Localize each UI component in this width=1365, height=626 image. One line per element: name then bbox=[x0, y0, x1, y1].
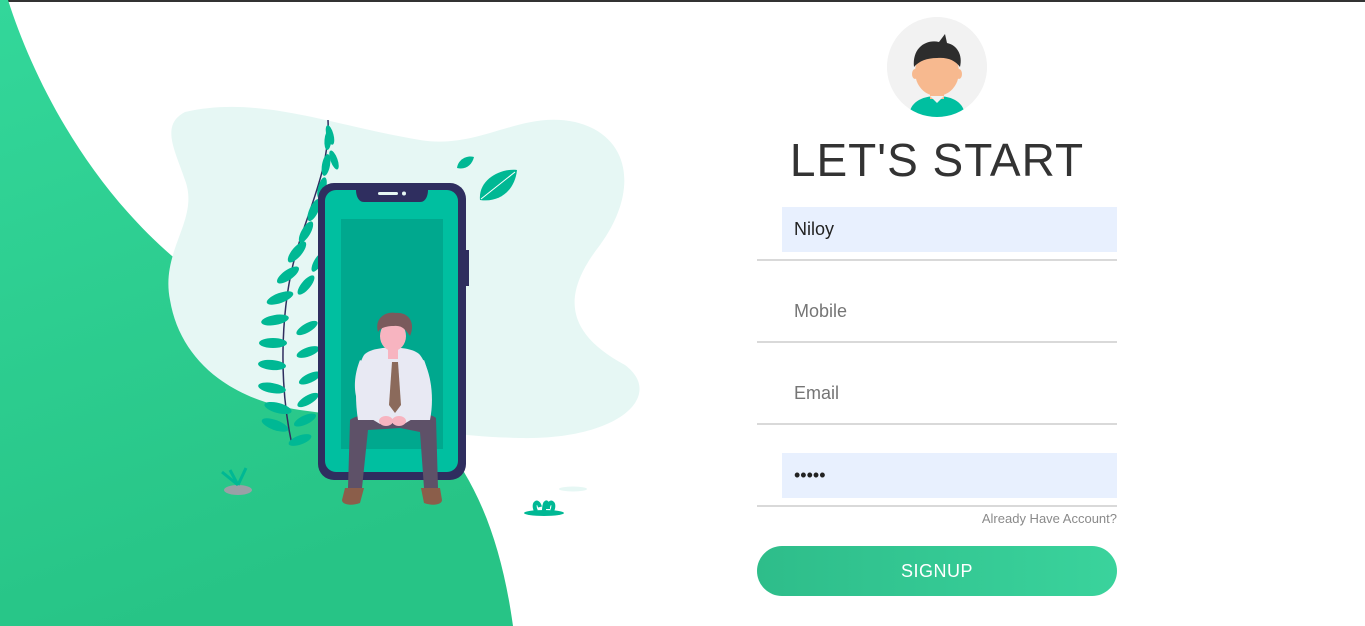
password-field-row bbox=[757, 453, 1117, 507]
user-avatar-icon bbox=[887, 17, 987, 117]
mobile-input[interactable] bbox=[782, 289, 1117, 334]
page-title: LET'S START bbox=[789, 134, 1085, 186]
mobile-field-row bbox=[757, 289, 1117, 343]
signup-page: LET'S START Already Ha bbox=[0, 0, 1365, 626]
email-field-row bbox=[757, 371, 1117, 425]
lock-icon bbox=[764, 475, 776, 484]
signup-button[interactable]: SIGNUP bbox=[757, 546, 1117, 596]
phone-icon bbox=[766, 304, 774, 320]
person-sitting-on-phone-illustration bbox=[168, 106, 640, 516]
username-field-row bbox=[757, 207, 1117, 261]
signup-form: LET'S START Already Ha bbox=[757, 0, 1117, 626]
password-input[interactable] bbox=[782, 453, 1117, 498]
already-have-account-link[interactable]: Already Have Account? bbox=[982, 511, 1117, 526]
email-icon bbox=[762, 389, 778, 400]
email-input[interactable] bbox=[782, 371, 1117, 416]
user-icon bbox=[763, 223, 777, 238]
username-input[interactable] bbox=[782, 207, 1117, 252]
